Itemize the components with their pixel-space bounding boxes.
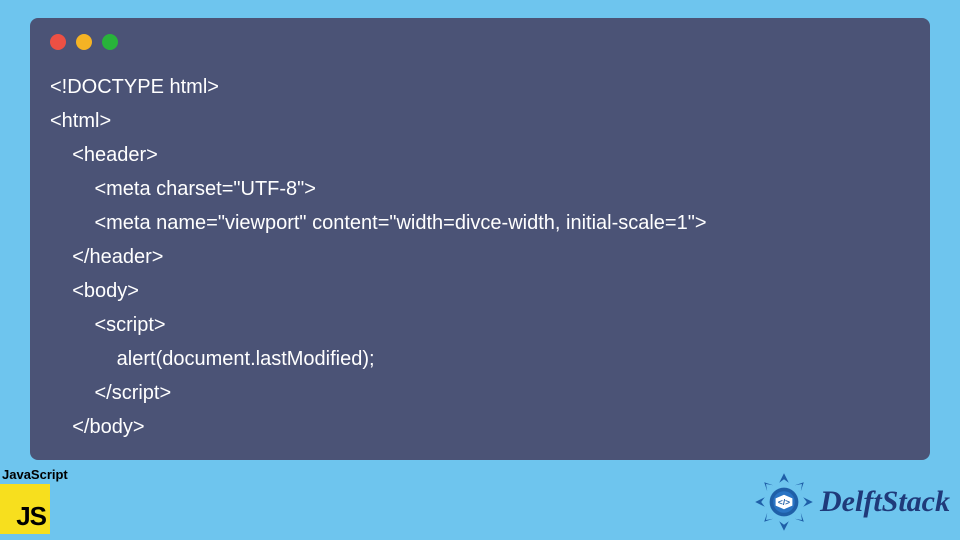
javascript-logo-icon: JS: [0, 484, 50, 534]
javascript-badge: JavaScript JS: [0, 467, 68, 534]
svg-text:</>: </>: [778, 497, 790, 507]
code-window: <!DOCTYPE html> <html> <header> <meta ch…: [30, 18, 930, 460]
javascript-logo-text: JS: [16, 501, 46, 532]
maximize-icon: [102, 34, 118, 50]
close-icon: [50, 34, 66, 50]
window-controls: [50, 34, 910, 50]
brand-name: DelftStack: [820, 485, 950, 519]
minimize-icon: [76, 34, 92, 50]
brand-logo: </> DelftStack: [754, 472, 950, 532]
brand-emblem-icon: </>: [754, 472, 814, 532]
footer: JavaScript JS </>: [0, 462, 960, 540]
code-block: <!DOCTYPE html> <html> <header> <meta ch…: [50, 70, 910, 444]
javascript-label: JavaScript: [0, 467, 68, 482]
